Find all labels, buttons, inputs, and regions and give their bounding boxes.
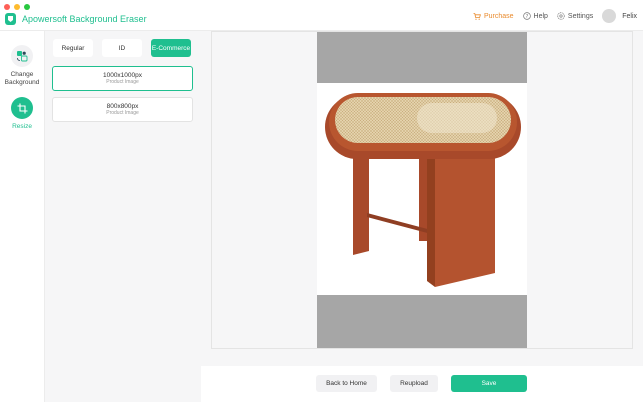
help-button[interactable]: ? Help (522, 12, 548, 20)
help-label: Help (533, 12, 548, 20)
size-option-1000x1000[interactable]: 1000x1000px Product Image (52, 66, 193, 91)
app-title: Apowersoft Background Eraser (22, 14, 147, 24)
rail-label-change-background: Change Background (0, 71, 44, 87)
gear-icon (557, 12, 565, 20)
left-rail: Change Background Resize (0, 31, 45, 402)
size-option-type: Product Image (106, 110, 139, 116)
svg-text:?: ? (525, 14, 528, 20)
bottom-action-bar: Back to Home Reupload Save (201, 366, 643, 402)
window-close-button[interactable] (4, 4, 10, 10)
window-maximize-button[interactable] (24, 4, 30, 10)
rail-label-line1: Change (10, 71, 34, 78)
reupload-button[interactable]: Reupload (390, 375, 438, 392)
help-icon: ? (522, 12, 531, 20)
rail-label-line2: Background (4, 79, 40, 86)
title-bar: Apowersoft Background Eraser Purchase ? … (0, 0, 643, 31)
rail-item-change-background[interactable]: Change Background (0, 45, 44, 87)
settings-button[interactable]: Settings (557, 12, 593, 20)
product-image-preview (317, 32, 527, 348)
size-option-800x800[interactable]: 800x800px Product Image (52, 97, 193, 122)
window-minimize-button[interactable] (14, 4, 20, 10)
app-logo-icon (5, 13, 16, 25)
change-background-icon (11, 45, 33, 67)
top-actions: Purchase ? Help Settings Felix (464, 9, 637, 23)
rail-item-resize[interactable]: Resize (0, 97, 44, 131)
size-option-dimensions: 800x800px (106, 103, 139, 110)
preview-canvas (211, 31, 633, 349)
resize-panel: Regular ID E-Commerce 1000x1000px Produc… (45, 31, 199, 402)
size-option-type: Product Image (106, 79, 139, 85)
crop-icon (11, 97, 33, 119)
purchase-label: Purchase (483, 12, 514, 20)
product-image-subject-area (317, 83, 527, 295)
username[interactable]: Felix (622, 13, 637, 20)
avatar[interactable] (602, 9, 617, 23)
back-to-home-button[interactable]: Back to Home (316, 375, 377, 392)
side-table-image (325, 93, 521, 287)
purchase-button[interactable]: Purchase (473, 13, 514, 20)
size-option-dimensions: 1000x1000px (102, 72, 143, 79)
settings-label: Settings (567, 12, 594, 20)
save-button[interactable]: Save (451, 375, 527, 392)
size-category-tabs: Regular ID E-Commerce (53, 39, 191, 57)
tab-id[interactable]: ID (102, 39, 142, 57)
rail-label-resize: Resize (12, 123, 32, 130)
app-window: Apowersoft Background Eraser Purchase ? … (0, 0, 643, 402)
tab-regular[interactable]: Regular (53, 39, 93, 57)
cart-icon (473, 12, 481, 20)
tab-e-commerce[interactable]: E-Commerce (151, 39, 191, 57)
